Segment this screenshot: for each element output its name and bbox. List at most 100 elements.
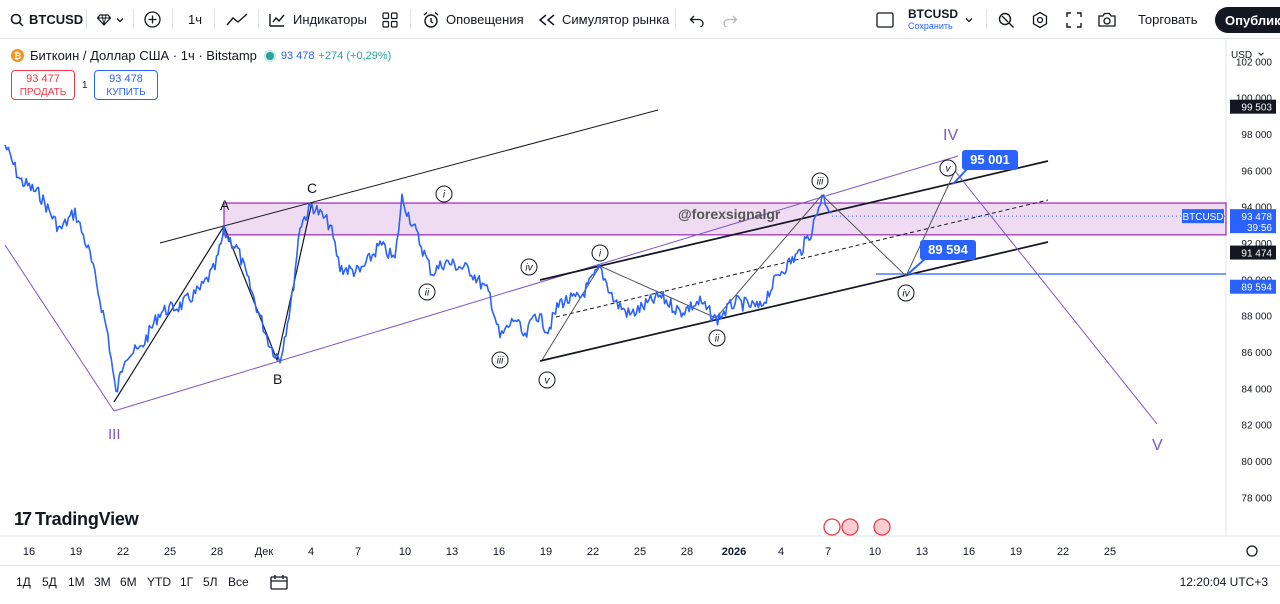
legend-title: Биткоин / Доллар США · 1ч · Bitstamp bbox=[30, 48, 257, 63]
search-tool-icon bbox=[998, 12, 1014, 28]
tradingview-mark-icon: 17 bbox=[14, 509, 32, 529]
wave-III-leg[interactable] bbox=[4, 244, 115, 412]
range-button-5Д[interactable]: 5Д bbox=[42, 566, 57, 598]
price-tick-label: 78 000 bbox=[1241, 493, 1272, 504]
gear-icon bbox=[1032, 11, 1048, 28]
range-button-Все[interactable]: Все bbox=[228, 566, 249, 598]
wave-label-V: V bbox=[1152, 437, 1163, 454]
time-tick-label: 10 bbox=[869, 546, 881, 558]
publish-button[interactable]: Опубликовать bbox=[1215, 7, 1280, 33]
compare-button[interactable] bbox=[144, 0, 161, 39]
range-button-1М[interactable]: 1М bbox=[68, 566, 85, 598]
legend-last-price: 93 478 bbox=[280, 49, 315, 62]
trade-button[interactable]: Торговать bbox=[1138, 0, 1198, 39]
range-button-1Д[interactable]: 1Д bbox=[16, 566, 31, 598]
layout-window-button[interactable] bbox=[876, 0, 894, 39]
layout-name-button[interactable]: BTCUSD Сохранить bbox=[908, 0, 958, 39]
chart-canvas[interactable]: IIIABCIVViiiiiiivviiiiiiivv95 00189 5941… bbox=[0, 40, 1280, 564]
event-us-flag-icon[interactable] bbox=[873, 518, 891, 536]
indicators-icon bbox=[269, 13, 285, 27]
fullscreen-icon bbox=[1066, 11, 1082, 28]
sell-button[interactable]: 93 477 ПРОДАТЬ bbox=[11, 70, 75, 100]
divider bbox=[675, 9, 676, 30]
range-button-1Г[interactable]: 1Г bbox=[180, 566, 193, 598]
price-tag-text: 99 503 bbox=[1241, 103, 1272, 114]
legend-change: +274 (+0,29%) bbox=[318, 49, 392, 62]
price-series-line[interactable] bbox=[4, 144, 833, 393]
bottom-toolbar: 1Д 5Д 1М 3М 6М YTD 1Г 5Л Все 12:20:04 UTC+3 bbox=[0, 565, 1280, 604]
indicators-label: Индикаторы bbox=[293, 12, 367, 27]
undo-button[interactable] bbox=[689, 0, 705, 39]
save-label: Сохранить bbox=[908, 21, 953, 31]
buy-label: КУПИТЬ bbox=[106, 87, 146, 98]
target-callout-89594-text: 89 594 bbox=[928, 242, 969, 257]
minor-wave-label: iv bbox=[902, 289, 910, 300]
alarm-clock-icon bbox=[423, 11, 439, 28]
price-tick-label: 82 000 bbox=[1241, 421, 1272, 432]
time-tick-label: 13 bbox=[916, 546, 928, 558]
diamond-icon bbox=[97, 13, 111, 26]
range-button-3М[interactable]: 3М bbox=[94, 566, 111, 598]
range-button-5Л[interactable]: 5Л bbox=[203, 566, 218, 598]
indicators-button[interactable]: Индикаторы bbox=[268, 0, 367, 39]
chart-area[interactable]: III A B C IV Vi ii iii iv v i ii iii iv v 95 001 89 594 1… bbox=[0, 40, 1280, 564]
range-button-YTD[interactable]: YTD bbox=[147, 566, 171, 598]
wave-label-A: A bbox=[220, 197, 230, 213]
channel-lower-line[interactable] bbox=[113, 155, 959, 412]
clock-label: 12:20:04 UTC+3 bbox=[1179, 575, 1268, 589]
price-tick-label: 88 000 bbox=[1241, 312, 1272, 323]
wave-label-B: B bbox=[273, 371, 282, 387]
rewind-icon bbox=[538, 13, 555, 26]
axis-settings-icon[interactable] bbox=[1246, 545, 1258, 557]
wave-label-III: III bbox=[108, 426, 121, 443]
clock-timezone[interactable]: 12:20:04 UTC+3 bbox=[1180, 566, 1268, 598]
layout-symbol: BTCUSD bbox=[908, 7, 958, 21]
layouts-button[interactable] bbox=[382, 0, 398, 39]
chart-type-button[interactable] bbox=[226, 0, 248, 39]
time-tick-label: 25 bbox=[164, 546, 176, 558]
price-tag-text: 91 474 bbox=[1241, 249, 1272, 260]
divider bbox=[986, 9, 987, 30]
favorites-button[interactable] bbox=[97, 0, 125, 39]
redo-button[interactable] bbox=[722, 0, 738, 39]
buy-button[interactable]: 93 478 КУПИТЬ bbox=[94, 70, 158, 100]
time-tick-label: 22 bbox=[1057, 546, 1069, 558]
time-tick-label: 28 bbox=[681, 546, 693, 558]
watermark-text: @forexsignalgr bbox=[678, 206, 781, 222]
calendar-icon bbox=[270, 575, 288, 590]
wave-label-IV: IV bbox=[943, 127, 958, 144]
time-tick-label: 7 bbox=[355, 546, 361, 558]
goto-date-button[interactable] bbox=[270, 566, 288, 598]
currency-selector[interactable]: USD bbox=[1231, 50, 1265, 61]
time-tick-label: 22 bbox=[587, 546, 599, 558]
event-flash-icon[interactable] bbox=[823, 518, 841, 536]
time-tick-label: 25 bbox=[634, 546, 646, 558]
last-price-tag-text: 93 478 bbox=[1241, 212, 1272, 223]
minor-wave-label: iv bbox=[525, 263, 533, 274]
undo-icon bbox=[689, 15, 704, 27]
symbol-search-button[interactable]: BTCUSD bbox=[10, 0, 83, 39]
camera-icon bbox=[1098, 12, 1116, 27]
alerts-button[interactable]: Оповещения bbox=[422, 0, 524, 39]
minor-wave-label: iii bbox=[497, 356, 504, 367]
fullscreen-button[interactable] bbox=[1066, 0, 1082, 39]
event-us-flag-icon[interactable] bbox=[841, 518, 859, 536]
price-tick-label: 84 000 bbox=[1241, 384, 1272, 395]
time-tick-label: 7 bbox=[825, 546, 831, 558]
currency-label: USD bbox=[1231, 50, 1253, 61]
brand-label: TradingView bbox=[35, 509, 139, 529]
bitcoin-icon: ₿ bbox=[11, 49, 24, 62]
layout-menu-button[interactable] bbox=[964, 0, 974, 39]
quick-search-button[interactable] bbox=[997, 0, 1015, 39]
time-tick-label: 16 bbox=[23, 546, 35, 558]
settings-button[interactable] bbox=[1031, 0, 1049, 39]
time-tick-label: 10 bbox=[399, 546, 411, 558]
replay-label: Симулятор рынка bbox=[562, 12, 670, 27]
time-tick-label: 25 bbox=[1104, 546, 1116, 558]
replay-button[interactable]: Симулятор рынка bbox=[538, 0, 669, 39]
range-button-6М[interactable]: 6М bbox=[120, 566, 137, 598]
price-tick-label: 80 000 bbox=[1241, 457, 1272, 468]
interval-button[interactable]: 1ч bbox=[188, 0, 202, 39]
price-tag-text: 89 594 bbox=[1241, 283, 1272, 294]
snapshot-button[interactable] bbox=[1097, 0, 1117, 39]
